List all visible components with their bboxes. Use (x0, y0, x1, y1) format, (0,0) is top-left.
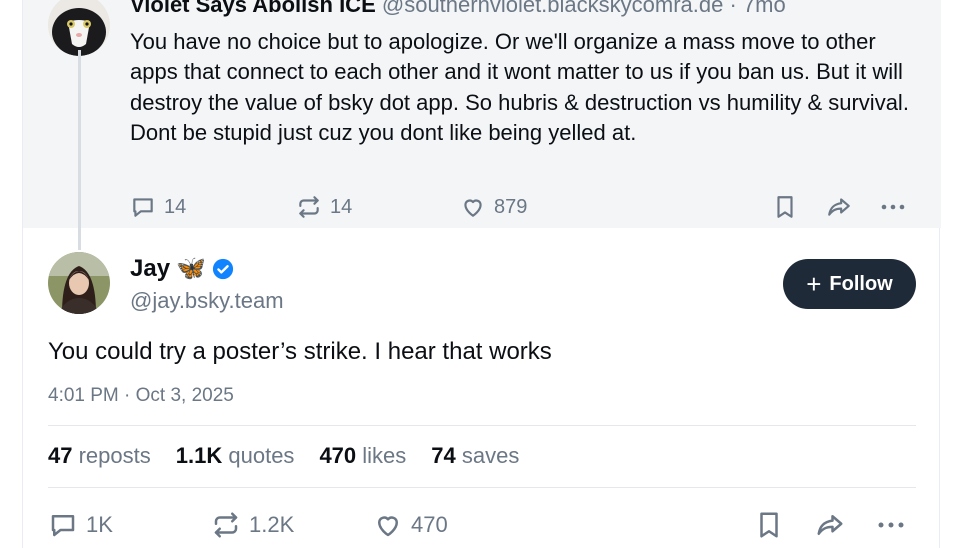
butterfly-emoji: 🦋 (176, 255, 206, 282)
repost-icon (299, 196, 319, 218)
verified-badge-icon[interactable] (212, 258, 234, 280)
main-post-timestamp[interactable]: 4:01 PM · Oct 3, 2025 (48, 385, 234, 407)
bookmark-button[interactable] (772, 194, 798, 220)
main-like-count: 470 (411, 512, 448, 537)
main-author-name[interactable]: Jay (130, 255, 170, 283)
stats-bottom-divider (48, 487, 916, 488)
repost-icon (214, 512, 238, 538)
main-author-row: Jay 🦋 (130, 254, 234, 283)
main-reply-count: 1K (86, 512, 113, 537)
main-post-text: You could try a poster’s strike. I hear … (48, 338, 552, 365)
follow-button[interactable]: + Follow (783, 259, 916, 309)
saves-stat-label: saves (461, 443, 520, 468)
like-icon (378, 516, 398, 537)
likes-stat[interactable]: 470 likes (319, 443, 406, 469)
share-button[interactable] (825, 194, 853, 220)
main-like-button[interactable]: 470 (373, 510, 448, 540)
main-avatar[interactable] (48, 252, 110, 314)
parent-post-header: Violet Says Abolish ICE @southernviolet.… (130, 0, 786, 18)
more-options-button[interactable] (879, 194, 907, 220)
engagement-stats: 47 reposts 1.1K quotes 470 likes 74 save… (48, 443, 519, 469)
reposts-stat-count: 47 (48, 443, 73, 468)
bookmark-icon (777, 196, 793, 218)
follow-label: Follow (829, 272, 893, 295)
reposts-stat-label: reposts (78, 443, 151, 468)
thread-connector-line (78, 50, 81, 250)
quotes-stat-label: quotes (228, 443, 295, 468)
parent-author-handle[interactable]: @southernviolet.blackskycomra.de (382, 0, 723, 17)
quotes-stat-count: 1.1K (175, 443, 223, 468)
stats-top-divider (48, 425, 916, 426)
repost-count: 14 (330, 195, 353, 218)
reply-icon (51, 515, 75, 537)
main-repost-count: 1.2K (249, 512, 295, 537)
saves-stat-count: 74 (431, 443, 456, 468)
main-more-options-button[interactable] (875, 510, 907, 540)
bookmark-icon (760, 512, 778, 538)
reply-count: 14 (164, 195, 187, 218)
like-count: 879 (494, 195, 528, 218)
more-icon (881, 204, 905, 210)
reply-icon (133, 198, 153, 217)
like-icon (464, 199, 482, 217)
main-share-button[interactable] (814, 510, 846, 540)
main-repost-button[interactable]: 1.2K (211, 510, 294, 540)
parent-post-age[interactable]: 7mo (743, 0, 786, 17)
share-icon (828, 198, 850, 216)
plus-icon: + (806, 269, 822, 299)
parent-post-text: You have no choice but to apologize. Or … (130, 29, 909, 146)
reposts-stat[interactable]: 47 reposts (48, 443, 151, 469)
main-author-handle[interactable]: @jay.bsky.team (130, 288, 284, 314)
repost-button[interactable]: 14 (296, 194, 352, 220)
parent-post[interactable]: Violet Says Abolish ICE @southernviolet.… (23, 0, 941, 250)
more-icon (878, 522, 904, 528)
header-separator: · (729, 0, 737, 17)
post-thread: Violet Says Abolish ICE @southernviolet.… (22, 0, 941, 548)
main-reply-button[interactable]: 1K (48, 510, 113, 540)
like-button[interactable]: 879 (460, 194, 527, 220)
likes-stat-count: 470 (319, 443, 357, 468)
saves-stat[interactable]: 74 saves (431, 443, 519, 469)
parent-avatar[interactable] (48, 0, 110, 56)
quotes-stat[interactable]: 1.1K quotes (176, 443, 295, 469)
reply-button[interactable]: 14 (130, 194, 186, 220)
main-bookmark-button[interactable] (754, 510, 784, 540)
share-icon (817, 515, 843, 535)
likes-stat-label: likes (362, 443, 407, 468)
parent-author-name[interactable]: Violet Says Abolish ICE (130, 0, 376, 17)
